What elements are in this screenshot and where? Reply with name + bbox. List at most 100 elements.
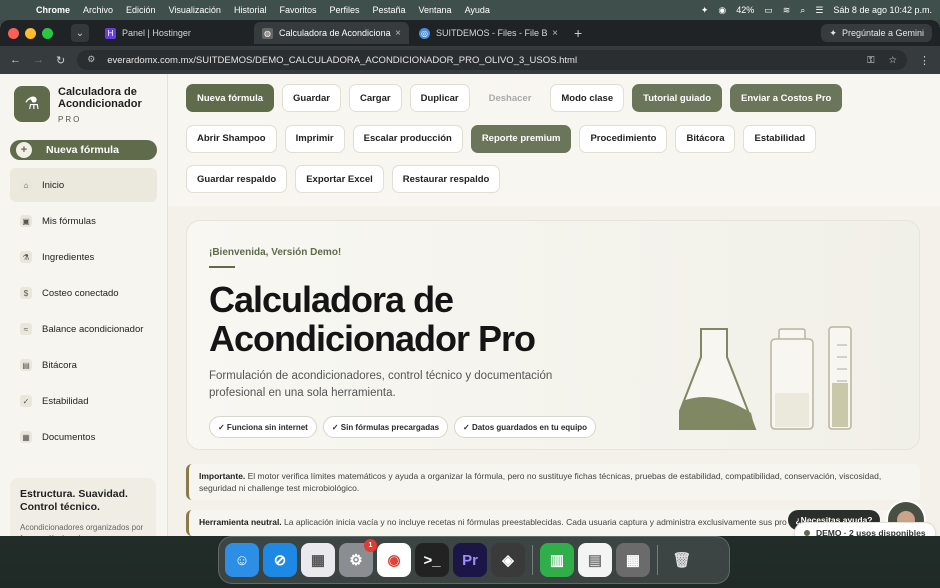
- exportar-excel-button[interactable]: Exportar Excel: [295, 165, 384, 194]
- hero-title-line1: Calculadora de: [209, 279, 454, 320]
- sidebar-item-mis-formulas[interactable]: ▣ Mis fórmulas: [10, 204, 157, 238]
- sidebar-item-label: Inicio: [42, 179, 65, 191]
- sidebar-item-estabilidad[interactable]: ✓ Estabilidad: [10, 384, 157, 418]
- menu-favoritos[interactable]: Favoritos: [279, 5, 316, 15]
- pill-offline: ✓ Funciona sin internet: [209, 416, 317, 438]
- enviar-costos-button[interactable]: Enviar a Costos Pro: [730, 84, 843, 112]
- menu-historial[interactable]: Historial: [234, 5, 267, 15]
- nueva-formula-button[interactable]: Nueva fórmula: [186, 84, 274, 112]
- tab-search-icon[interactable]: ⌄: [71, 24, 89, 42]
- sidebar-item-label: Estabilidad: [42, 395, 89, 407]
- back-icon[interactable]: ←: [10, 54, 21, 66]
- premiere-icon[interactable]: Pr: [453, 543, 487, 577]
- hero-subtitle: Formulación de acondicionadores, control…: [209, 370, 553, 399]
- menu-edicion[interactable]: Edición: [126, 5, 156, 15]
- bitacora-button[interactable]: Bitácora: [675, 124, 736, 153]
- calculator-icon[interactable]: ▦: [616, 543, 650, 577]
- menu-pestana[interactable]: Pestaña: [372, 5, 405, 15]
- modo-clase-button[interactable]: Modo clase: [550, 84, 625, 112]
- sidebar-item-ingredientes[interactable]: ⚗ Ingredientes: [10, 240, 157, 274]
- procedimiento-button[interactable]: Procedimiento: [579, 124, 668, 153]
- guardar-respaldo-button[interactable]: Guardar respaldo: [186, 165, 288, 194]
- tab-hostinger[interactable]: H Panel | Hostinger: [97, 22, 252, 44]
- close-tab-icon[interactable]: ×: [395, 28, 401, 39]
- new-tab-icon[interactable]: +: [574, 25, 582, 41]
- guardar-button[interactable]: Guardar: [282, 84, 341, 112]
- tab-title: Calculadora de Acondicionador: [279, 28, 392, 38]
- system-settings-icon[interactable]: ⚙ 1: [339, 539, 377, 577]
- launchpad-icon[interactable]: ▦: [301, 543, 335, 577]
- abrir-shampoo-button[interactable]: Abrir Shampoo: [186, 124, 277, 153]
- minimize-window-button[interactable]: [25, 27, 36, 39]
- safari-icon[interactable]: ⊘: [263, 543, 297, 577]
- url-field[interactable]: ⚙ everardomx.com.mx/SUITDEMOS/DEMO_CALCU…: [77, 50, 907, 70]
- sidebar-item-costeo[interactable]: $ Costeo conectado: [10, 276, 157, 310]
- menu-ayuda[interactable]: Ayuda: [465, 5, 490, 15]
- sidebar-item-balance[interactable]: ≈ Balance acondicionador: [10, 312, 157, 346]
- wifi-icon[interactable]: ≋: [783, 5, 791, 16]
- forward-icon[interactable]: →: [33, 54, 44, 66]
- sidebar-item-bitacora[interactable]: ▤ Bitácora: [10, 348, 157, 382]
- bookmark-star-icon[interactable]: ☆: [888, 55, 897, 66]
- tab-title: Panel | Hostinger: [122, 28, 191, 38]
- sidebar: ⚗ Calculadora de Acondicionador PRO + Nu…: [0, 74, 168, 536]
- imprimir-button[interactable]: Imprimir: [284, 124, 345, 153]
- menu-ventana[interactable]: Ventana: [419, 5, 452, 15]
- menu-app-name[interactable]: Chrome: [36, 5, 70, 15]
- gemini-icon: ✦: [829, 27, 837, 38]
- restaurar-respaldo-button[interactable]: Restaurar respaldo: [391, 165, 501, 194]
- reload-icon[interactable]: ↻: [56, 54, 65, 67]
- record-icon[interactable]: ◉: [718, 5, 726, 16]
- sparkle-icon[interactable]: ✦: [701, 5, 709, 16]
- macos-menubar: Chrome Archivo Edición Visualización His…: [0, 0, 940, 20]
- search-icon[interactable]: ⌕: [800, 5, 805, 16]
- notice-text: La aplicación inicia vacía y no incluye …: [281, 517, 787, 527]
- close-tab-icon[interactable]: ×: [552, 28, 558, 39]
- promo-text: Acondicionadores organizados por fases, …: [20, 523, 144, 536]
- numbers-icon[interactable]: ▥: [540, 543, 574, 577]
- sidebar-new-formula-button[interactable]: + Nueva fórmula: [10, 140, 157, 160]
- document-icon[interactable]: ▤: [578, 543, 612, 577]
- pill-local-data: ✓ Datos guardados en tu equipo: [454, 416, 597, 438]
- promo-title: Estructura. Suavidad. Control técnico.: [20, 488, 128, 513]
- sidebar-item-inicio[interactable]: ⌂ Inicio: [10, 168, 157, 202]
- balance-icon: ≈: [20, 323, 32, 335]
- status-dot-icon: [804, 530, 810, 536]
- site-info-icon[interactable]: ⚙: [87, 54, 99, 66]
- app-root: ⚗ Calculadora de Acondicionador PRO + Nu…: [0, 74, 940, 536]
- reporte-premium-button[interactable]: Reporte premium: [470, 124, 572, 153]
- menu-perfiles[interactable]: Perfiles: [329, 5, 359, 15]
- trash-icon[interactable]: 🗑: [665, 543, 699, 577]
- tab-suitdemos[interactable]: ◎ SUITDEMOS - Files - File Bro ×: [411, 22, 566, 44]
- sidebar-item-documentos[interactable]: ▦ Documentos: [10, 420, 157, 454]
- menu-visualizacion[interactable]: Visualización: [169, 5, 221, 15]
- tutorial-guiado-button[interactable]: Tutorial guiado: [632, 84, 723, 112]
- chrome-icon[interactable]: ◉: [377, 543, 411, 577]
- window-controls: [8, 27, 53, 39]
- tab-calculadora[interactable]: ◍ Calculadora de Acondicionador ×: [254, 22, 409, 44]
- gemini-button[interactable]: ✦ Pregúntale a Gemini: [821, 24, 932, 42]
- files-favicon-icon: ◎: [419, 27, 430, 39]
- menu-archivo[interactable]: Archivo: [83, 5, 113, 15]
- kicker-underline: [209, 266, 235, 268]
- cube-app-icon[interactable]: ◈: [491, 543, 525, 577]
- cargar-button[interactable]: Cargar: [348, 84, 402, 112]
- sidebar-nav: ⌂ Inicio ▣ Mis fórmulas ⚗ Ingredientes $…: [10, 168, 157, 454]
- battery-icon[interactable]: ▭: [764, 5, 773, 16]
- finder-icon[interactable]: ☺: [225, 543, 259, 577]
- deshacer-button[interactable]: Deshacer: [478, 84, 543, 112]
- estabilidad-button[interactable]: Estabilidad: [743, 124, 817, 153]
- notice-importante: Importante. El motor verifica límites ma…: [186, 464, 920, 500]
- browser-window: ⌄ H Panel | Hostinger ◍ Calculadora de A…: [0, 20, 940, 536]
- close-window-button[interactable]: [8, 27, 19, 39]
- key-icon[interactable]: ⚿: [867, 55, 874, 66]
- escalar-produccion-button[interactable]: Escalar producción: [352, 124, 463, 153]
- menu-kebab-icon[interactable]: ⋮: [919, 54, 930, 67]
- formulas-icon: ▣: [20, 215, 32, 227]
- duplicar-button[interactable]: Duplicar: [409, 84, 470, 112]
- control-center-icon[interactable]: ☰: [815, 5, 823, 16]
- menubar-datetime[interactable]: Sáb 8 de ago 10:42 p.m.: [833, 5, 932, 15]
- hostinger-favicon-icon: H: [105, 27, 116, 39]
- zoom-window-button[interactable]: [42, 27, 53, 39]
- terminal-icon[interactable]: >_: [415, 543, 449, 577]
